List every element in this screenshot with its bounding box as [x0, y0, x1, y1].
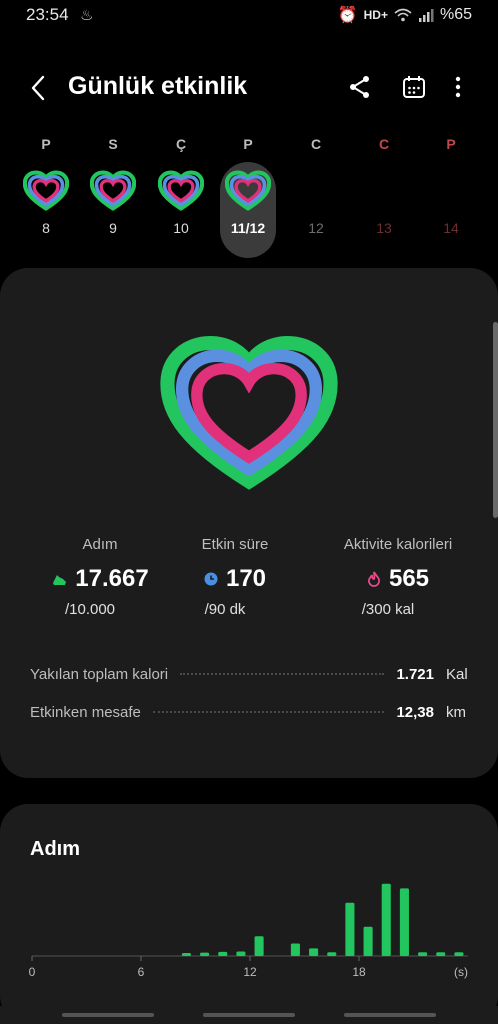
clock-icon [204, 572, 218, 586]
chart-bar[interactable] [181, 952, 191, 956]
row-value: 1.721 [396, 665, 434, 683]
day-number: 14 [443, 220, 459, 236]
day-2[interactable]: Ç 10 [156, 136, 206, 236]
row-value: 12,38 [396, 703, 434, 721]
wifi-icon [394, 8, 412, 22]
day-letter: P [243, 136, 253, 152]
scrollbar[interactable] [493, 322, 498, 518]
stat-value: 17.667 [75, 565, 149, 592]
calendar-button[interactable] [400, 73, 428, 101]
day-empty [428, 170, 474, 212]
total-calories-row: Yakılan toplam kalori 1.721 Kal [30, 662, 470, 686]
activity-rings-heart [160, 336, 338, 492]
chart-x-unit: (s) [454, 965, 468, 979]
day-empty [293, 170, 339, 212]
chart-bar[interactable] [454, 952, 464, 956]
chart-bar[interactable] [436, 952, 446, 956]
flame-icon [367, 571, 381, 587]
chart-tick-label: 12 [243, 965, 257, 979]
day-letter: S [108, 136, 118, 152]
row-label: Yakılan toplam kalori [30, 665, 169, 683]
alarm-icon: ⏰ [337, 7, 358, 24]
day-empty [361, 170, 407, 212]
network-type: HD+ [363, 8, 388, 22]
status-right: ⏰ HD+ %65 [338, 5, 472, 25]
day-number: 9 [109, 220, 117, 236]
chart-bar[interactable] [399, 888, 409, 956]
notification-icon: ♨ [80, 7, 94, 24]
chart-bar[interactable] [381, 883, 391, 956]
dotted-leader [152, 711, 385, 713]
day-1[interactable]: S9 [88, 136, 138, 236]
day-activity-ring-icon [225, 170, 271, 212]
status-bar: 23:54 ♨ ⏰ HD+ %65 [0, 0, 498, 32]
back-button[interactable] [22, 70, 56, 106]
active-distance-row: Etkinken mesafe 12,38 km [30, 700, 470, 724]
system-nav-bar [0, 1006, 498, 1024]
day-number: 11/12 [230, 220, 266, 236]
chart-title: Adım [30, 838, 80, 860]
chart-bar[interactable] [309, 948, 319, 956]
nav-recent-button[interactable] [62, 1013, 154, 1017]
steps-hourly-chart: 0 6 12 18 (s) [29, 883, 468, 979]
row-unit: km [446, 703, 466, 721]
nav-back-button[interactable] [344, 1013, 436, 1017]
share-icon [350, 76, 369, 98]
day-activity-ring-icon [158, 170, 204, 212]
day-activity-ring-icon [90, 170, 136, 212]
nav-home-button[interactable] [203, 1013, 295, 1017]
day-letter: C [378, 136, 390, 152]
row-label: Etkinken mesafe [30, 703, 141, 721]
day-number: 12 [308, 220, 324, 236]
page-title: Günlük etkinlik [68, 72, 248, 100]
chart-bar[interactable] [218, 951, 228, 956]
chart-bar[interactable] [345, 902, 355, 956]
day-number: 13 [376, 220, 392, 236]
status-time: 23:54 [26, 5, 69, 24]
stat-value: 565 [388, 565, 430, 592]
stat-goal: /300 kal [361, 601, 415, 618]
stat-label: Etkin süre [201, 536, 269, 553]
day-3[interactable]: P 11/12 [220, 136, 276, 258]
chart-bar[interactable] [418, 952, 428, 956]
day-letter: C [310, 136, 322, 152]
day-5[interactable]: C 13 [359, 136, 409, 236]
chart-bar[interactable] [363, 926, 373, 956]
day-4[interactable]: C 12 [291, 136, 341, 236]
more-options-button[interactable] [446, 73, 470, 101]
chart-bar[interactable] [236, 951, 246, 956]
battery-percentage: %65 [439, 6, 472, 23]
day-number: 8 [42, 220, 50, 236]
stat-goal: /90 dk [204, 601, 246, 618]
signal-icon [418, 9, 434, 22]
chart-bar[interactable] [254, 936, 264, 956]
row-unit: Kal [446, 665, 468, 683]
share-button[interactable] [346, 73, 374, 101]
chevron-left-icon [31, 75, 45, 101]
dotted-leader [180, 673, 385, 675]
day-letter: Ç [175, 136, 187, 152]
day-0[interactable]: P8 [21, 136, 71, 236]
chart-tick-label: 18 [352, 965, 366, 979]
stat-label: Aktivite kalorileri [343, 536, 453, 553]
day-6[interactable]: P 14 [426, 136, 476, 236]
day-letter: P [446, 136, 456, 152]
more-icon [455, 76, 461, 98]
chart-bar[interactable] [327, 952, 337, 956]
day-activity-ring-icon [23, 170, 69, 212]
chart-tick-label: 6 [138, 965, 145, 979]
chart-bar[interactable] [200, 952, 210, 956]
stat-active-time[interactable]: Etkin süre 170 /90 dk [155, 536, 315, 618]
chart-tick-label: 0 [29, 965, 36, 979]
day-number: 10 [173, 220, 189, 236]
shoe-icon [53, 575, 67, 585]
chart-bar[interactable] [290, 943, 300, 956]
stat-calories[interactable]: Aktivite kalorileri 565 /300 kal [318, 536, 478, 618]
calendar-icon [403, 76, 425, 98]
day-letter: P [41, 136, 51, 152]
stat-value: 170 [225, 565, 267, 592]
